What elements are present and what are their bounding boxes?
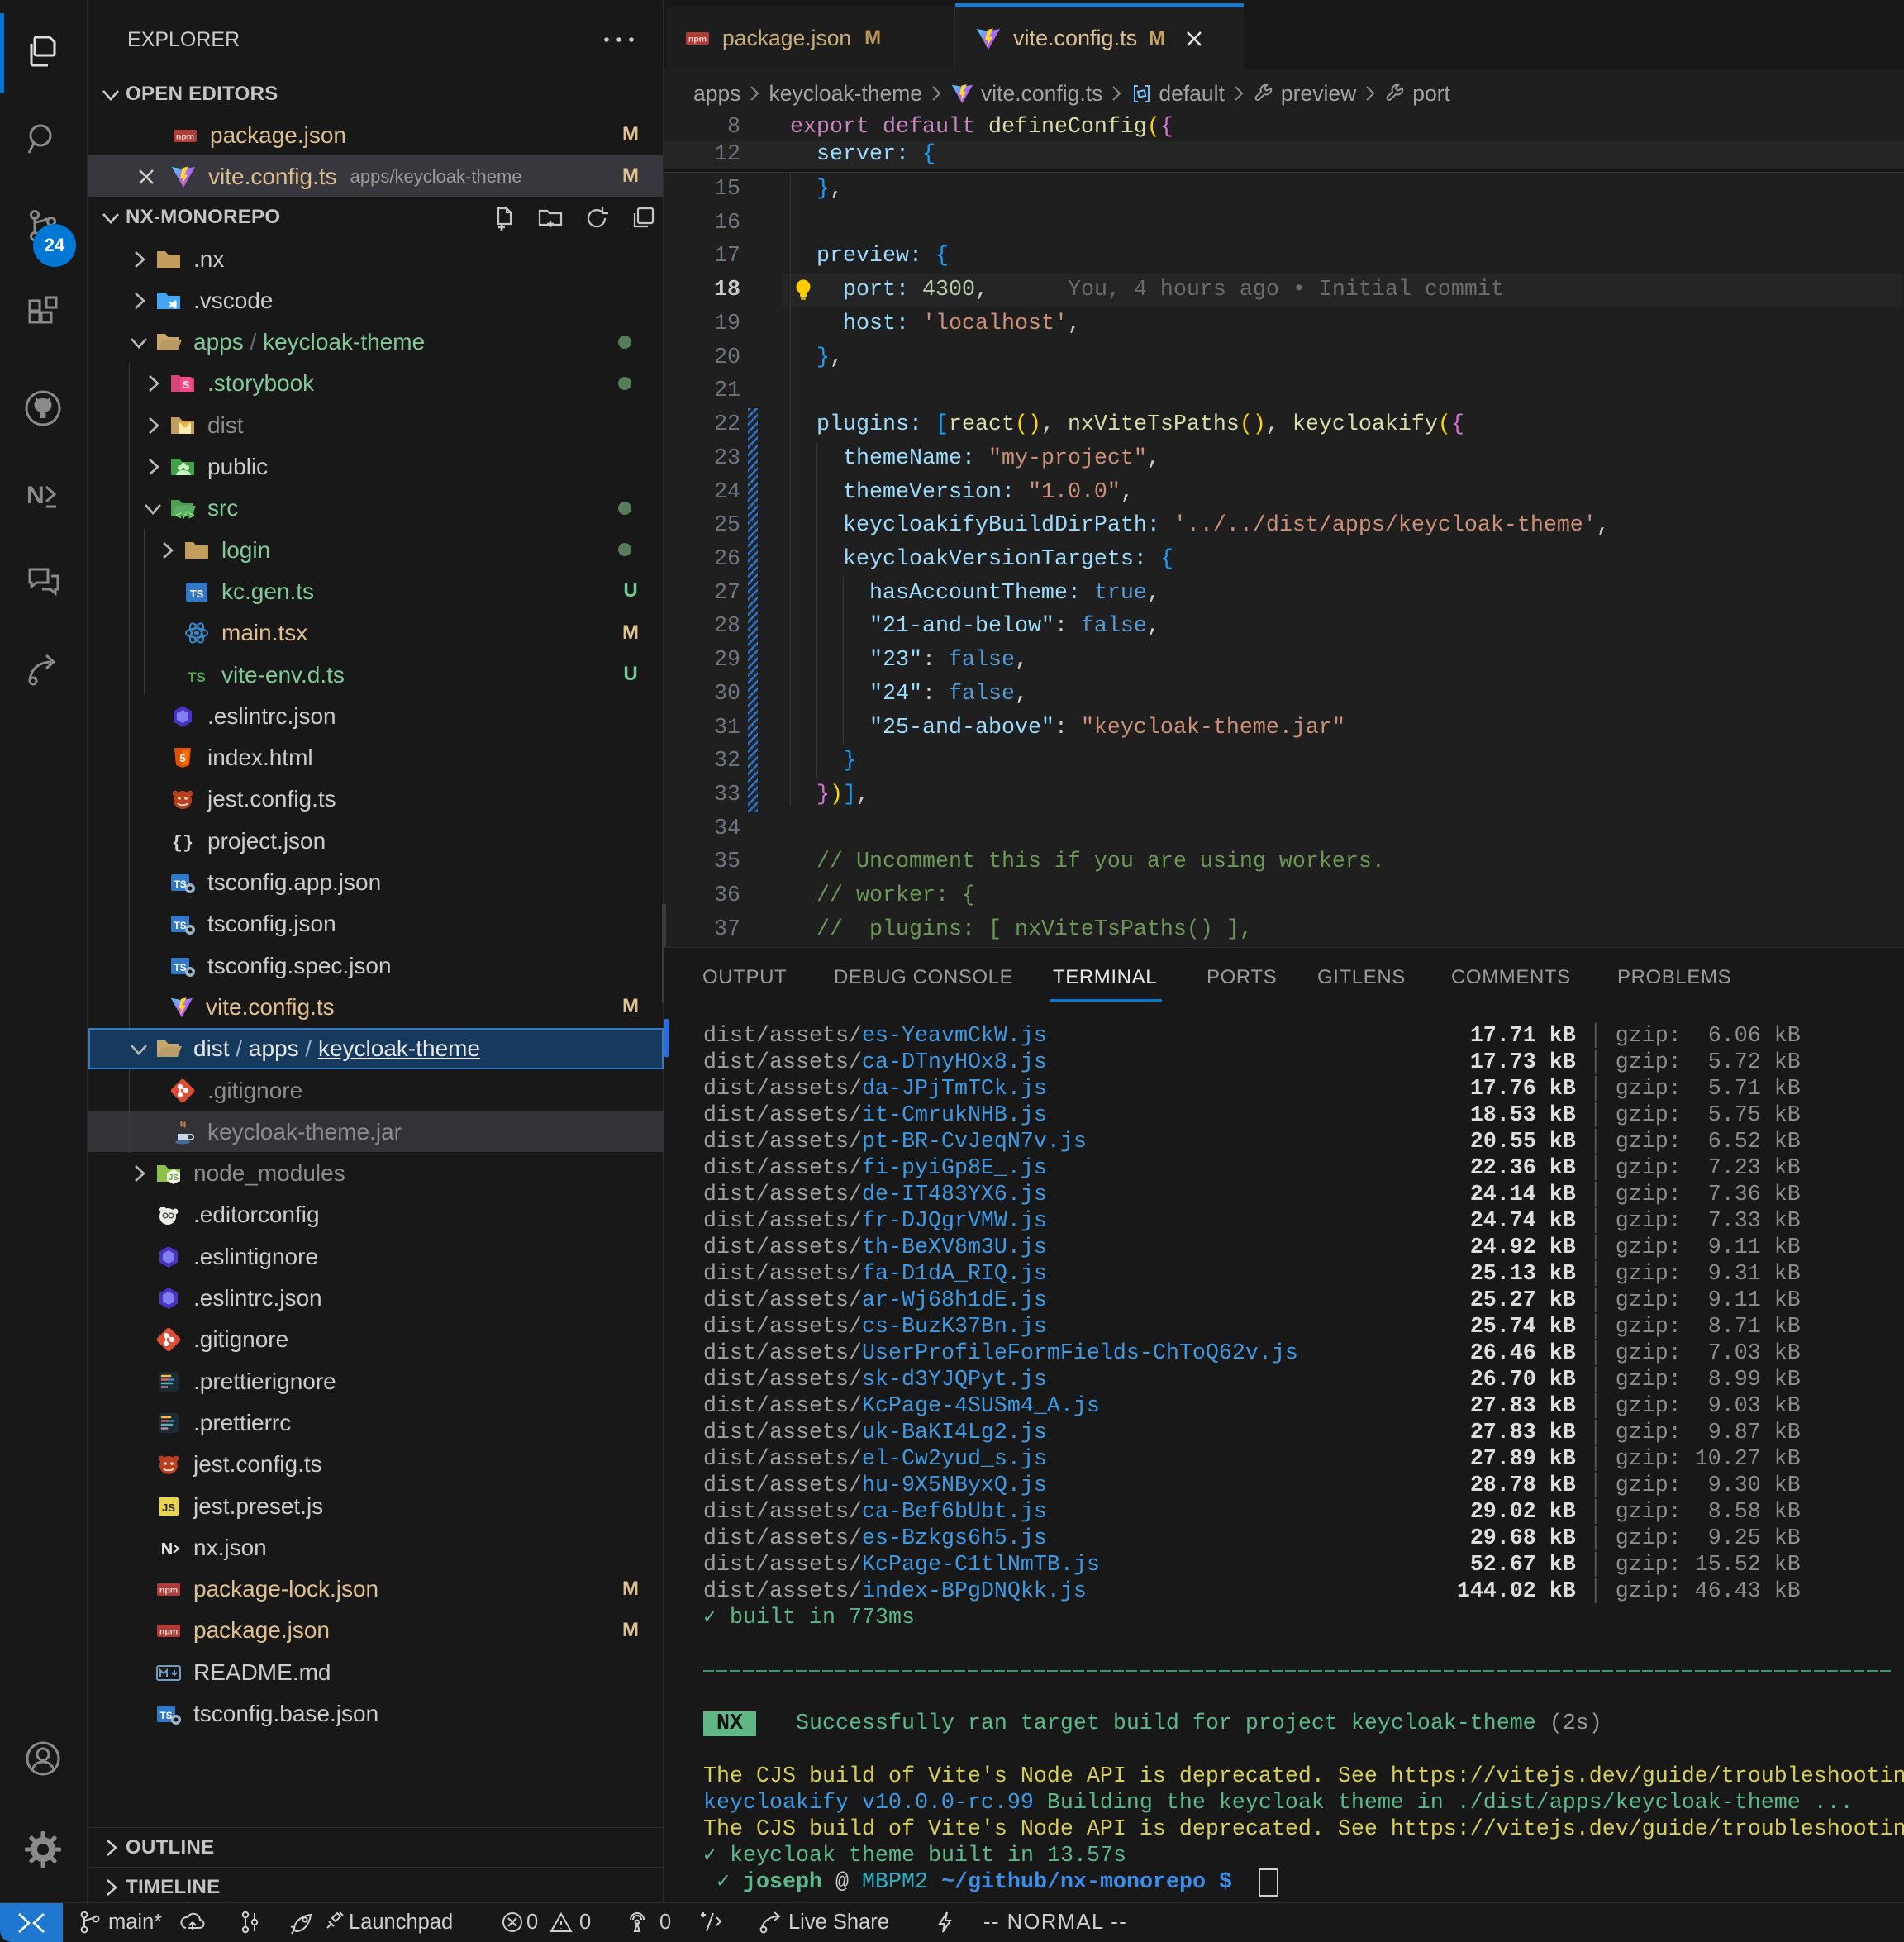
- svg-text:5: 5: [179, 752, 185, 764]
- svg-text:TS: TS: [188, 669, 206, 685]
- svg-text:TS: TS: [174, 878, 186, 890]
- svg-text:npm: npm: [159, 1627, 178, 1637]
- svg-text:S: S: [183, 378, 190, 391]
- svg-text:npm: npm: [159, 1586, 178, 1596]
- svg-text:TS: TS: [159, 1710, 172, 1721]
- svg-text:{}: {}: [172, 833, 193, 854]
- svg-text:</>: </>: [175, 510, 195, 521]
- svg-text:TS: TS: [190, 588, 204, 600]
- svg-text:TS: TS: [174, 962, 186, 973]
- svg-text:TS: TS: [174, 920, 186, 931]
- svg-text:npm: npm: [688, 35, 707, 45]
- svg-text:N: N: [161, 1540, 173, 1559]
- svg-text:N: N: [26, 482, 45, 509]
- svg-text:JS: JS: [162, 1502, 175, 1514]
- svg-text:JS: JS: [169, 1173, 179, 1183]
